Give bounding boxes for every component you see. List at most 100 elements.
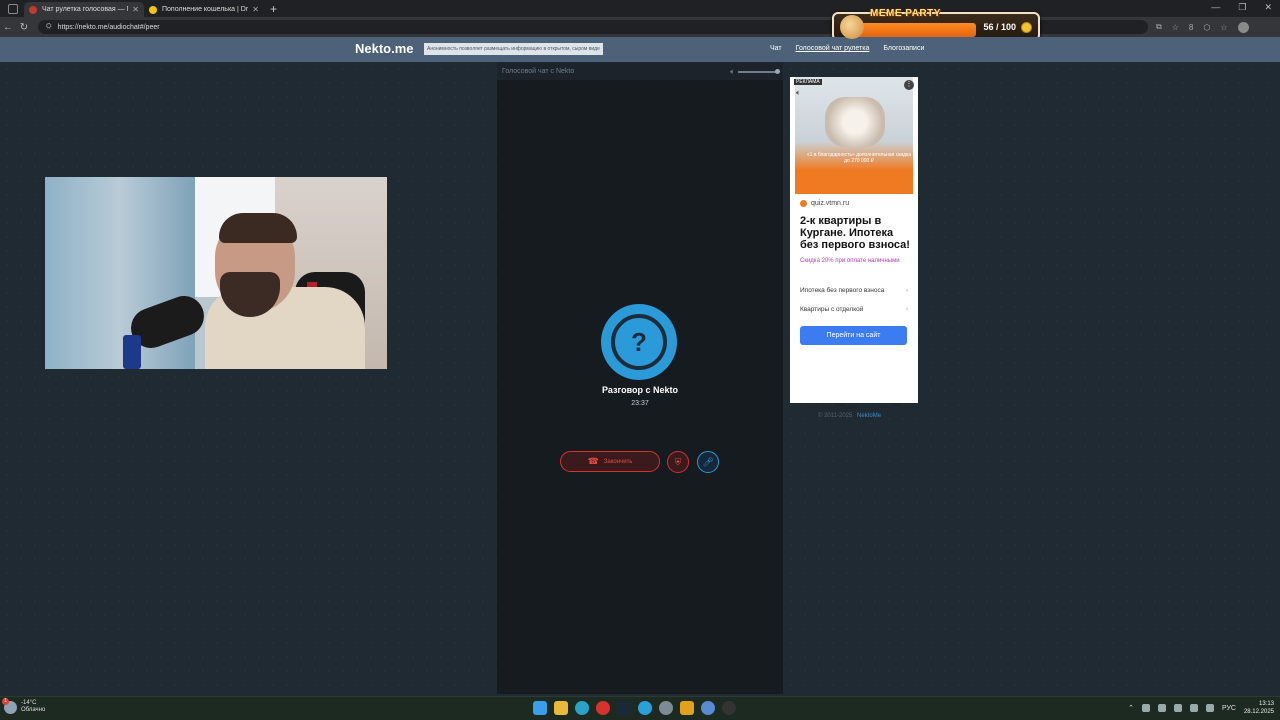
favorites-icon[interactable]: ☆ xyxy=(1220,23,1227,32)
chat-header-title: Голосовой чат с Nekto xyxy=(502,67,575,75)
ad-image[interactable]: «1 в благодарность» дополнительная скидк… xyxy=(795,77,913,194)
volume-knob[interactable] xyxy=(775,69,780,74)
chevron-right-icon: › xyxy=(905,287,908,294)
sound-icon[interactable]: 🔈︎ xyxy=(796,88,801,98)
chevron-right-icon: › xyxy=(905,306,908,313)
tray-app-icon[interactable] xyxy=(1173,704,1182,712)
clock-time: 13:13 xyxy=(1258,701,1274,707)
volume-slider[interactable] xyxy=(738,69,780,74)
volume-icon[interactable] xyxy=(1205,704,1214,712)
nav-voice-roulette[interactable]: Голосовой чат рулетка xyxy=(796,45,870,52)
site-tagline: Анонимность позволяет размещать информац… xyxy=(424,43,603,55)
url-text: https://nekto.me/audiochat#/peer xyxy=(57,23,160,31)
bookmark-star-icon[interactable]: ☆ xyxy=(1172,23,1179,32)
volume-control[interactable]: 🔈︎ xyxy=(730,67,780,77)
telegram-icon[interactable] xyxy=(638,701,652,715)
close-window-icon[interactable]: ✕ xyxy=(1264,2,1272,13)
speaker-icon[interactable]: 🔈︎ xyxy=(730,67,735,77)
shield-icon: ⛨ xyxy=(674,456,682,467)
conversation-title: Разговор с Nekto xyxy=(601,385,679,395)
copyright-text: © 2011-2025 xyxy=(818,413,853,419)
ad-link-label: Квартиры с отделкой xyxy=(800,306,864,313)
obs-icon[interactable] xyxy=(722,701,736,715)
system-tray: ⌃ РУС 13:13 28.12.2025 xyxy=(1128,700,1274,716)
nav-blog[interactable]: Блогозаписи xyxy=(883,45,924,52)
ad-mittens-image xyxy=(825,97,885,147)
cloud-icon: 1 xyxy=(2,697,17,714)
settings-icon[interactable] xyxy=(659,701,673,715)
person-hair xyxy=(219,213,297,243)
peer-avatar: ? xyxy=(601,304,677,380)
meme-progress-bar xyxy=(848,23,976,37)
tab-wallet[interactable]: Пополнение кошелька | Dragon ✕ xyxy=(144,2,264,17)
tab-close-icon[interactable]: ✕ xyxy=(252,5,259,14)
site-header: Nekto.me Анонимность позволяет размещать… xyxy=(0,37,1280,62)
app-icon-2[interactable] xyxy=(701,701,715,715)
ad-domain[interactable]: quiz.vtmn.ru xyxy=(800,200,849,207)
show-hidden-icons-icon[interactable]: ⌃ xyxy=(1128,704,1134,712)
tab-voice-chat[interactable]: Чат рулетка голосовая — N ✕ xyxy=(24,2,144,17)
advertisement[interactable]: «1 в благодарность» дополнительная скидк… xyxy=(790,77,918,403)
microphone-button[interactable]: 🎤︎ xyxy=(697,451,719,473)
voice-chat-panel: Голосовой чат с Nekto 🔈︎ ? Разговор с Ne… xyxy=(497,62,783,694)
meme-counter: 56 / 100 xyxy=(983,22,1016,32)
clock[interactable]: 13:13 28.12.2025 xyxy=(1244,700,1274,716)
file-explorer-icon[interactable] xyxy=(554,701,568,715)
profile-avatar[interactable] xyxy=(1237,21,1249,33)
yandex-browser-icon[interactable] xyxy=(596,701,610,715)
language-indicator[interactable]: РУС xyxy=(1222,705,1236,712)
start-icon[interactable] xyxy=(533,701,547,715)
wifi-icon[interactable] xyxy=(1189,704,1198,712)
ad-fine-print-pattern xyxy=(790,355,918,403)
weather-widget[interactable]: 1 -14°C Облачно xyxy=(2,697,45,714)
new-tab-icon[interactable]: + xyxy=(270,2,277,16)
tray-app-icon[interactable] xyxy=(1141,704,1150,712)
clock-date: 28.12.2025 xyxy=(1243,709,1274,715)
report-button[interactable]: ⛨ xyxy=(667,451,689,473)
ad-domain-text: quiz.vtmn.ru xyxy=(811,200,850,207)
nav-chat[interactable]: Чат xyxy=(770,45,782,52)
ad-headline[interactable]: 2-к квартиры в Кургане. Ипотека без перв… xyxy=(800,215,912,251)
back-icon[interactable]: ← xyxy=(0,22,16,33)
ad-menu-icon[interactable]: ⋮ xyxy=(904,80,914,90)
notification-badge: 1 xyxy=(2,697,9,705)
footer-link[interactable]: NektoMe xyxy=(857,413,881,419)
site-logo[interactable]: Nekto.me xyxy=(355,41,414,56)
app-icon[interactable] xyxy=(680,701,694,715)
tab-title: Пополнение кошелька | Dragon xyxy=(162,6,249,13)
ad-offer-text: «1 в благодарность» дополнительная скидк… xyxy=(806,152,912,164)
tab-close-icon[interactable]: ✕ xyxy=(132,5,139,14)
address-bar-row: ← ↻ ⛭ https://nekto.me/audiochat#/peer ⧉… xyxy=(0,17,1280,37)
ad-link-label: Ипотека без первого взноса xyxy=(800,287,885,294)
tab-favicon-icon xyxy=(149,5,157,14)
browser-tab-bar: Чат рулетка голосовая — N ✕ Пополнение к… xyxy=(0,0,1280,17)
ad-link-mortgage[interactable]: Ипотека без первого взноса › xyxy=(800,287,908,294)
taskbar-apps xyxy=(533,701,736,715)
ad-cta-button[interactable]: Перейти на сайт xyxy=(800,326,907,345)
ad-domain-favicon-icon xyxy=(800,200,807,207)
question-mark-icon: ? xyxy=(611,314,667,370)
maximize-icon[interactable]: ❐ xyxy=(1238,2,1246,13)
webcam-feed xyxy=(45,177,387,369)
steam-icon[interactable] xyxy=(617,701,631,715)
install-app-icon[interactable]: ⧉ xyxy=(1156,22,1162,32)
tab-title: Чат рулетка голосовая — N xyxy=(42,6,129,13)
extensions-icon[interactable]: ⬡ xyxy=(1203,23,1210,32)
tray-app-icon[interactable] xyxy=(1157,704,1166,712)
site-info-icon[interactable]: ⛭ xyxy=(46,23,52,31)
edge-icon[interactable] xyxy=(575,701,589,715)
browser-toolbar: ⧉ ☆ 8 ⬡ ☆ xyxy=(1156,21,1249,33)
end-call-button[interactable]: ☎ Закончить xyxy=(560,451,660,472)
meme-party-title: MEME PARTY xyxy=(870,8,941,19)
reload-icon[interactable]: ↻ xyxy=(16,22,32,33)
copyright: © 2011-2025 NektoMe xyxy=(818,413,881,419)
window-controls: — ❐ ✕ xyxy=(1211,2,1272,13)
hangup-phone-icon: ☎ xyxy=(587,456,599,466)
coin-icon xyxy=(1021,22,1032,33)
doge-icon xyxy=(840,14,864,39)
ad-link-finished[interactable]: Квартиры с отделкой › xyxy=(800,306,908,313)
conversation-timer: 23:37 xyxy=(631,400,649,407)
minimize-icon[interactable]: — xyxy=(1211,2,1220,13)
extensions-count[interactable]: 8 xyxy=(1189,23,1193,32)
tab-actions-icon[interactable] xyxy=(8,3,18,14)
